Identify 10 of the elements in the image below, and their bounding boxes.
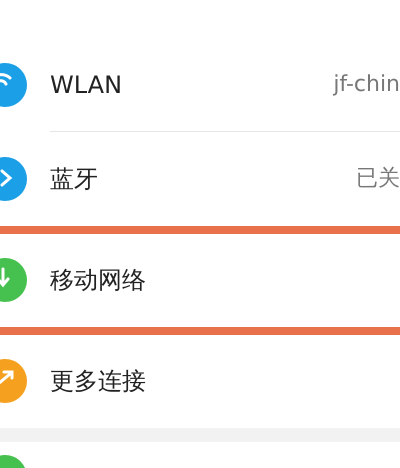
row-label: WLAN — [50, 70, 122, 101]
row-label: 蓝牙 — [50, 164, 98, 195]
link-icon — [0, 358, 28, 404]
row-value: jf-chin — [333, 71, 400, 100]
row-label: 移动网络 — [50, 265, 146, 296]
download-arrow-icon — [0, 257, 28, 304]
row-value: 已关 — [356, 165, 400, 194]
row-label: 更多连接 — [50, 366, 146, 398]
bluetooth-icon — [0, 156, 28, 202]
wifi-icon — [0, 62, 28, 108]
